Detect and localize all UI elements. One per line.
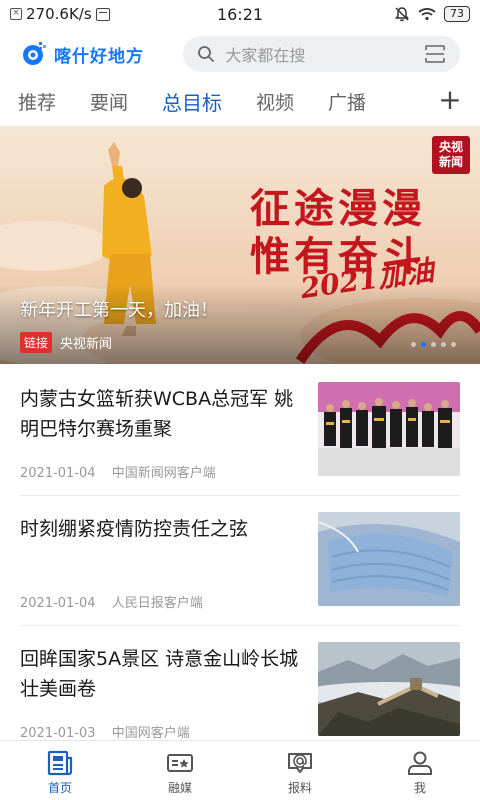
carousel-dot[interactable] bbox=[411, 342, 416, 347]
nav-report[interactable]: 报料 bbox=[240, 741, 360, 800]
search-placeholder: 大家都在搜 bbox=[225, 46, 306, 65]
tab-radio[interactable]: 广播 bbox=[328, 88, 366, 115]
app-name: 喀什好地方 bbox=[54, 46, 144, 67]
add-channel-icon[interactable]: + bbox=[436, 86, 464, 114]
cctv-badge-line1: 央视 bbox=[438, 140, 463, 154]
carousel-dot[interactable] bbox=[431, 342, 436, 347]
app-logo[interactable]: 喀什好地方 bbox=[20, 40, 163, 68]
carousel-dot[interactable] bbox=[451, 342, 456, 347]
news-source: 中国网客户端 bbox=[111, 726, 190, 741]
banner-caption: 新年开工第一天，加油！ bbox=[20, 300, 218, 321]
news-thumbnail bbox=[318, 642, 460, 736]
nav-media-label: 融媒 bbox=[167, 781, 192, 795]
news-date: 2021-01-04 bbox=[20, 466, 96, 481]
report-icon bbox=[288, 753, 312, 773]
app-header: 喀什好地方 大家都在搜 bbox=[0, 32, 480, 76]
banner-carousel[interactable]: 征途漫漫 惟有奋斗 2021加油 央视 新闻 新年开工第一天，加油！ 链接 央视… bbox=[0, 126, 480, 364]
news-thumbnail bbox=[318, 512, 460, 606]
great-wall-image bbox=[318, 642, 460, 736]
status-bar: × 270.6K/s 16:21 73 bbox=[0, 0, 480, 28]
face-mask-image bbox=[318, 512, 460, 606]
scan-icon[interactable] bbox=[424, 44, 446, 64]
wifi-icon bbox=[418, 8, 436, 21]
tab-video[interactable]: 视频 bbox=[256, 88, 294, 115]
news-item[interactable]: 时刻绷紧疫情防控责任之弦 2021-01-04 人民日报客户端 bbox=[0, 496, 480, 626]
tabs-fade bbox=[416, 82, 436, 120]
nav-me-label: 我 bbox=[413, 781, 426, 795]
banner-meta: 链接 央视新闻 bbox=[20, 332, 112, 353]
news-item[interactable]: 内蒙古女篮斩获WCBA总冠军 姚明巴特尔赛场重聚 2021-01-04 中国新闻… bbox=[0, 366, 480, 496]
media-icon bbox=[167, 754, 193, 772]
news-date: 2021-01-04 bbox=[20, 596, 96, 611]
news-meta: 2021-01-04 中国新闻网客户端 bbox=[20, 462, 216, 481]
news-item[interactable]: 回眸国家5A景区 诗意金山岭长城壮美画卷 2021-01-03 中国网客户端 bbox=[0, 626, 480, 756]
banner-source: 央视新闻 bbox=[60, 337, 113, 352]
nav-me[interactable]: 我 bbox=[360, 741, 480, 800]
bottom-navigation: 首页 融媒 报料 我 bbox=[0, 740, 480, 800]
notification-icon bbox=[95, 7, 110, 21]
carousel-dot[interactable] bbox=[441, 342, 446, 347]
home-news-icon bbox=[47, 750, 73, 776]
news-date: 2021-01-03 bbox=[20, 726, 96, 741]
tab-recommend[interactable]: 推荐 bbox=[18, 88, 56, 115]
news-source: 人民日报客户端 bbox=[111, 596, 203, 611]
app-logo-icon bbox=[23, 42, 46, 65]
search-icon bbox=[198, 46, 215, 62]
news-meta: 2021-01-04 人民日报客户端 bbox=[20, 592, 203, 611]
cctv-badge-line2: 新闻 bbox=[438, 155, 463, 169]
network-speed: 270.6K/s bbox=[26, 5, 92, 23]
news-title: 时刻绷紧疫情防控责任之弦 bbox=[20, 518, 249, 540]
team-celebration-image bbox=[318, 382, 460, 476]
notification-close-icon: × bbox=[10, 8, 22, 20]
nav-home[interactable]: 首页 bbox=[0, 741, 120, 800]
news-source: 中国新闻网客户端 bbox=[111, 466, 216, 481]
link-tag: 链接 bbox=[20, 332, 53, 353]
news-title: 回眸国家5A景区 诗意金山岭长城壮美画卷 bbox=[20, 648, 299, 700]
nav-media[interactable]: 融媒 bbox=[120, 741, 240, 800]
carousel-dot-active[interactable] bbox=[421, 342, 426, 347]
channel-tabs: 推荐 要闻 总目标 视频 广播 + bbox=[0, 82, 480, 120]
mute-bell-icon bbox=[395, 7, 409, 22]
news-meta: 2021-01-03 中国网客户端 bbox=[20, 722, 190, 741]
nav-report-label: 报料 bbox=[287, 781, 312, 795]
nav-home-label: 首页 bbox=[47, 781, 72, 795]
news-title: 内蒙古女篮斩获WCBA总冠军 姚明巴特尔赛场重聚 bbox=[20, 388, 294, 440]
search-bar[interactable]: 大家都在搜 bbox=[183, 36, 460, 72]
tab-general-goal[interactable]: 总目标 bbox=[162, 87, 222, 116]
tab-headlines[interactable]: 要闻 bbox=[90, 88, 128, 115]
cctv-news-logo: 央视 新闻 bbox=[432, 136, 470, 174]
battery-level: 73 bbox=[444, 6, 470, 22]
news-thumbnail bbox=[318, 382, 460, 476]
carousel-indicator bbox=[411, 342, 456, 347]
user-icon bbox=[408, 751, 432, 775]
